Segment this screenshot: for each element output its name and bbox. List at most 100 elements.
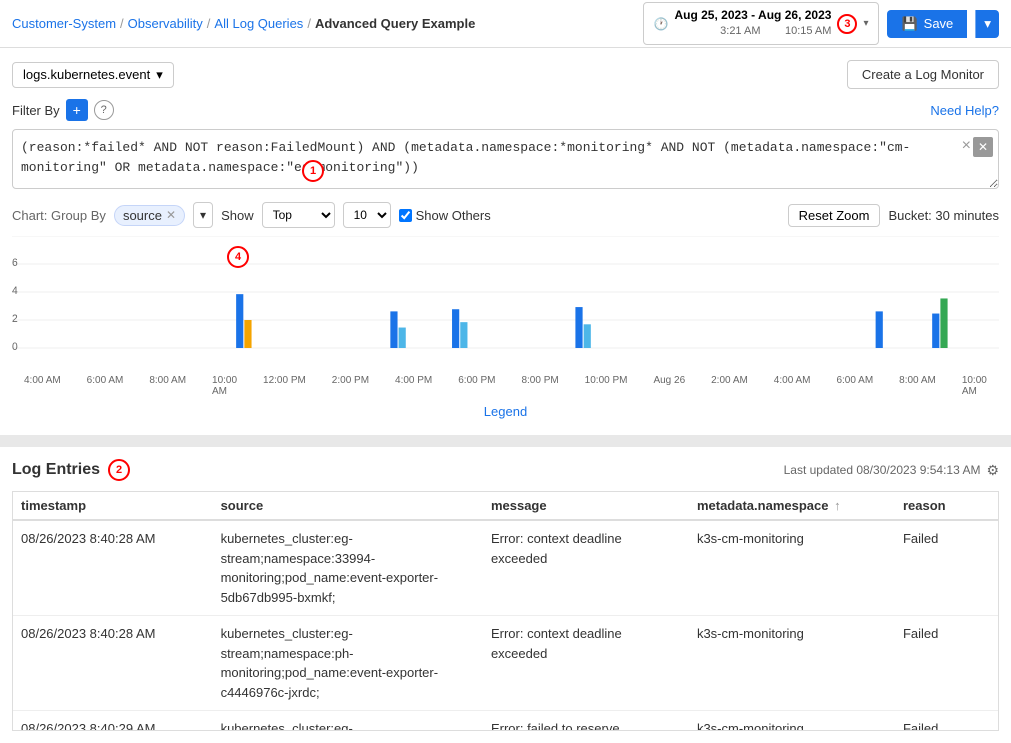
cell-reason-1: Failed [895, 520, 998, 616]
breadcrumb-sep-1: / [120, 16, 124, 31]
chevron-down-icon-save: ▾ [984, 16, 991, 31]
group-by-tag: source ✕ [114, 205, 185, 226]
legend-link[interactable]: Legend [12, 400, 999, 423]
x-label-5: 2:00 PM [332, 375, 369, 397]
group-by-dropdown-arrow: ▾ [200, 208, 206, 222]
svg-text:2: 2 [12, 313, 18, 325]
filter-left: Filter By + ? [12, 99, 114, 121]
cell-timestamp-2: 08/26/2023 8:40:28 AM [13, 616, 213, 711]
chart-controls: Chart: Group By source ✕ ▾ Show Top Bott… [12, 202, 999, 228]
log-table: timestamp source message metadata.namesp… [13, 492, 998, 731]
x-label-6: 4:00 PM [395, 375, 432, 397]
x-label-9: 10:00 PM [585, 375, 628, 397]
date-range-button[interactable]: 🕐 Aug 25, 2023 - Aug 26, 2023 3:21 AM 10… [643, 2, 880, 44]
chevron-down-icon: ▾ [863, 18, 868, 29]
svg-text:4: 4 [12, 285, 18, 297]
chart-controls-right: Reset Zoom Bucket: 30 minutes [788, 204, 999, 227]
cell-timestamp-3: 08/26/2023 8:40:29 AM [13, 711, 213, 732]
clock-icon: 🕐 [654, 17, 669, 31]
table-header: timestamp source message metadata.namesp… [13, 492, 998, 520]
x-label-10: Aug 26 [653, 375, 685, 397]
x-label-2: 8:00 AM [149, 375, 186, 397]
x-label-3: 10:00AM [212, 375, 237, 397]
bucket-label: Bucket: 30 minutes [888, 208, 999, 223]
svg-text:6: 6 [12, 257, 18, 269]
chart-area: 4 0 2 4 6 [12, 236, 999, 396]
table-row: 08/26/2023 8:40:28 AM kubernetes_cluster… [13, 616, 998, 711]
x-label-1: 6:00 AM [87, 375, 124, 397]
need-help-link[interactable]: Need Help? [930, 103, 999, 118]
col-namespace: metadata.namespace ↑ [689, 492, 895, 520]
cell-message-3: Error: failed to reserve [483, 711, 689, 732]
show-others-checkbox[interactable] [399, 209, 412, 222]
table-row: 08/26/2023 8:40:28 AM kubernetes_cluster… [13, 520, 998, 616]
save-dropdown-button[interactable]: ▾ [975, 10, 999, 38]
show-others-label: Show Others [399, 208, 491, 223]
header-right: 🕐 Aug 25, 2023 - Aug 26, 2023 3:21 AM 10… [643, 2, 999, 44]
query-close-button[interactable]: ✕ [973, 137, 993, 157]
show-top-bottom-select[interactable]: Top Bottom [262, 202, 335, 228]
show-others-text: Show Others [416, 208, 491, 223]
date-range-times: 3:21 AM 10:15 AM [674, 24, 831, 39]
log-section: Log Entries 2 Last updated 08/30/2023 9:… [0, 447, 1011, 743]
create-monitor-button[interactable]: Create a Log Monitor [847, 60, 999, 89]
source-selector-button[interactable]: logs.kubernetes.event ▾ [12, 62, 174, 88]
table-row: 08/26/2023 8:40:29 AM kubernetes_cluster… [13, 711, 998, 732]
date-range-text: Aug 25, 2023 - Aug 26, 2023 3:21 AM 10:1… [674, 7, 831, 39]
last-updated-text: Last updated 08/30/2023 9:54:13 AM [784, 463, 981, 477]
cell-timestamp-1: 08/26/2023 8:40:28 AM [13, 520, 213, 616]
source-row: logs.kubernetes.event ▾ Create a Log Mon… [12, 60, 999, 89]
group-by-tag-value: source [123, 208, 162, 223]
cell-source-2: kubernetes_cluster:eg-stream;namespace:p… [213, 616, 483, 711]
group-by-tag-remove[interactable]: ✕ [166, 208, 176, 222]
cell-reason-2: Failed [895, 616, 998, 711]
col-source: source [213, 492, 483, 520]
x-label-11: 2:00 AM [711, 375, 748, 397]
col-reason: reason [895, 492, 998, 520]
log-entries-title: Log Entries [12, 461, 100, 479]
show-count-select[interactable]: 10 20 50 [343, 202, 391, 228]
col-message: message [483, 492, 689, 520]
cell-source-3: kubernetes_cluster:eg- [213, 711, 483, 732]
cell-namespace-2: k3s-cm-monitoring [689, 616, 895, 711]
chart-badge-4: 4 [227, 246, 249, 268]
chart-svg: 0 2 4 6 [12, 236, 999, 376]
source-dropdown-icon: ▾ [156, 67, 163, 83]
add-filter-button[interactable]: + [66, 99, 88, 121]
cell-namespace-1: k3s-cm-monitoring [689, 520, 895, 616]
source-name: logs.kubernetes.event [23, 67, 150, 82]
cell-namespace-3: k3s-cm-monitoring [689, 711, 895, 732]
x-label-13: 6:00 AM [836, 375, 873, 397]
reset-zoom-button[interactable]: Reset Zoom [788, 204, 881, 227]
save-icon: 💾 [901, 16, 917, 32]
log-entries-header: Log Entries 2 Last updated 08/30/2023 9:… [12, 459, 999, 481]
breadcrumb-customer-system[interactable]: Customer-System [12, 16, 116, 31]
log-last-updated: Last updated 08/30/2023 9:54:13 AM ⚙ [784, 462, 999, 479]
breadcrumb-observability[interactable]: Observability [128, 16, 203, 31]
save-button[interactable]: 💾 Save [887, 10, 967, 38]
x-label-12: 4:00 AM [774, 375, 811, 397]
breadcrumb: Customer-System / Observability / All Lo… [12, 16, 475, 31]
help-icon[interactable]: ? [94, 100, 114, 120]
query-input[interactable] [12, 129, 999, 189]
cell-message-1: Error: context deadline exceeded [483, 520, 689, 616]
group-by-dropdown[interactable]: ▾ [193, 202, 213, 228]
cell-source-1: kubernetes_cluster:eg-stream;namespace:3… [213, 520, 483, 616]
show-label: Show [221, 208, 254, 223]
filter-row: Filter By + ? Need Help? [12, 99, 999, 121]
cell-message-2: Error: context deadline exceeded [483, 616, 689, 711]
query-clear-button[interactable]: × [962, 137, 971, 155]
query-box-wrapper: × ✕ 1 [12, 129, 999, 192]
x-label-8: 8:00 PM [521, 375, 558, 397]
breadcrumb-all-log-queries[interactable]: All Log Queries [214, 16, 303, 31]
date-badge: 3 [837, 14, 857, 34]
date-range-dates: Aug 25, 2023 - Aug 26, 2023 [674, 7, 831, 24]
x-label-0: 4:00 AM [24, 375, 61, 397]
col-timestamp: timestamp [13, 492, 213, 520]
log-entries-badge: 2 [108, 459, 130, 481]
x-label-4: 12:00 PM [263, 375, 306, 397]
settings-icon[interactable]: ⚙ [986, 462, 999, 479]
svg-text:0: 0 [12, 341, 18, 353]
chart-group-by-label: Chart: Group By [12, 208, 106, 223]
breadcrumb-current: Advanced Query Example [315, 16, 475, 31]
